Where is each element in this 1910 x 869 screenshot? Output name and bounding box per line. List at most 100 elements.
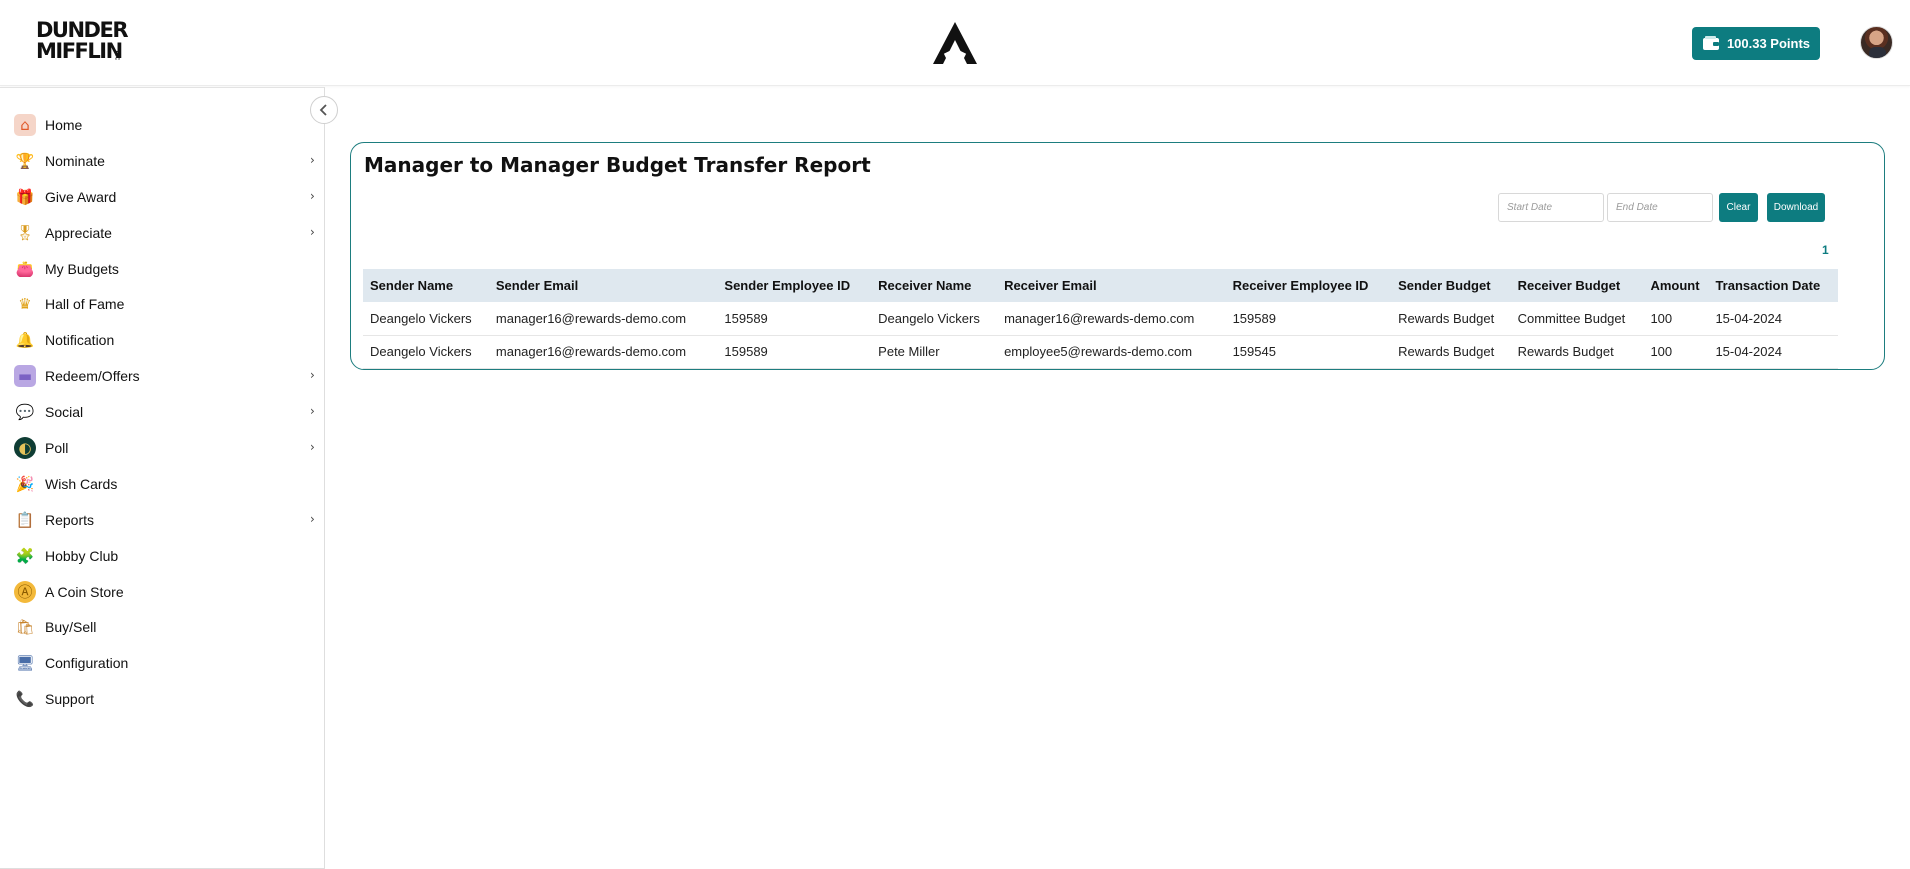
sidebar-item-home[interactable]: ⌂ Home: [0, 107, 325, 143]
column-header[interactable]: Sender Budget: [1391, 269, 1510, 302]
sidebar-item-label: Wish Cards: [45, 475, 118, 492]
user-avatar[interactable]: [1860, 26, 1893, 59]
page-title: Manager to Manager Budget Transfer Repor…: [364, 153, 871, 177]
clear-button[interactable]: Clear: [1719, 193, 1758, 222]
table-body: Deangelo Vickers manager16@rewards-demo.c…: [363, 302, 1838, 369]
logo-line-1: DUNDER: [36, 18, 129, 42]
medal-icon: 🎖: [15, 223, 35, 242]
sidebar-item-label: Configuration: [45, 655, 129, 672]
table-cell: manager16@rewards-demo.com: [488, 302, 718, 336]
table-header-row: Sender Name Sender Email Sender Employee I…: [363, 269, 1838, 302]
column-header[interactable]: Sender Employee ID: [717, 269, 871, 302]
column-header[interactable]: Sender Name: [363, 269, 489, 302]
puzzle-icon: 🧩: [15, 546, 35, 565]
report-table: Sender Name Sender Email Sender Employee I…: [363, 269, 1838, 369]
end-date-input[interactable]: [1607, 193, 1713, 222]
table-cell: Committee Budget: [1510, 302, 1644, 336]
sidebar-item-a-coin-store[interactable]: Ⓐ A Coin Store: [0, 574, 325, 610]
shopping-bags-icon: 🛍: [15, 618, 35, 637]
column-header[interactable]: Receiver Employee ID: [1226, 269, 1392, 302]
table-cell: Rewards Budget: [1391, 302, 1511, 336]
chevron-right-icon: ›: [310, 224, 315, 239]
table-cell: manager16@rewards-demo.com: [488, 335, 718, 369]
gift-icon: 🎁: [15, 187, 35, 206]
logo-suffix: INC: [113, 50, 120, 61]
sidebar-item-notification[interactable]: 🔔 Notification: [0, 322, 325, 358]
phone-icon: 📞: [15, 690, 35, 709]
sidebar-item-label: Buy/Sell: [45, 619, 97, 636]
chevron-right-icon: ›: [310, 511, 315, 526]
poll-icon: ◐: [14, 436, 36, 459]
collapse-sidebar-button[interactable]: [310, 96, 338, 124]
sidebar-item-label: Appreciate: [45, 224, 112, 241]
table-cell: Deangelo Vickers: [363, 302, 489, 336]
sidebar-item-hall-of-fame[interactable]: ♛ Hall of Fame: [0, 286, 325, 322]
chevron-right-icon: ›: [310, 368, 315, 383]
sidebar-item-label: Redeem/Offers: [45, 368, 140, 385]
chat-icon: 💬: [15, 403, 35, 422]
sidebar-item-label: Social: [45, 404, 84, 421]
sidebar-item-configuration[interactable]: 🖥 Configuration: [0, 645, 325, 681]
sidebar-item-nominate[interactable]: 🏆 Nominate ›: [0, 143, 325, 179]
sidebar-item-social[interactable]: 💬 Social ›: [0, 394, 325, 430]
column-header[interactable]: Receiver Budget: [1511, 269, 1644, 302]
sidebar-item-label: Hobby Club: [45, 547, 119, 564]
points-label: 100.33 Points: [1726, 36, 1811, 51]
sidebar-item-label: Poll: [45, 439, 69, 456]
sidebar-item-appreciate[interactable]: 🎖 Appreciate ›: [0, 215, 325, 251]
card-icon: ▬: [14, 365, 36, 388]
sidebar-item-hobby-club[interactable]: 🧩 Hobby Club: [0, 538, 325, 574]
table-cell: 159589: [717, 335, 872, 369]
table-cell: Deangelo Vickers: [871, 302, 998, 336]
sidebar-item-give-award[interactable]: 🎁 Give Award ›: [0, 179, 325, 215]
sidebar-item-label: My Budgets: [45, 260, 119, 277]
trophy-icon: 🏆: [15, 151, 35, 170]
company-logo[interactable]: DUNDER MIFFLIN INC: [36, 18, 129, 68]
table-cell: 15-04-2024: [1708, 302, 1838, 336]
sidebar-item-poll[interactable]: ◐ Poll ›: [0, 430, 325, 466]
sidebar-item-my-budgets[interactable]: 👛 My Budgets: [0, 251, 325, 287]
points-balance-button[interactable]: 100.33 Points: [1692, 27, 1820, 60]
crown-icon: ♛: [18, 295, 32, 314]
table-cell: 159589: [717, 302, 872, 336]
sidebar-item-label: Home: [45, 116, 83, 133]
column-header[interactable]: Amount: [1643, 269, 1708, 302]
pagination-page[interactable]: 1: [1822, 243, 1829, 257]
start-date-input[interactable]: [1498, 193, 1604, 222]
home-icon: ⌂: [14, 113, 36, 136]
sidebar-item-label: Hall of Fame: [45, 296, 125, 313]
column-header[interactable]: Sender Email: [489, 269, 718, 302]
table-cell: Rewards Budget: [1391, 335, 1511, 369]
sidebar-item-label: Reports: [45, 511, 95, 528]
table-row: Deangelo Vickers manager16@rewards-demo.c…: [363, 335, 1838, 369]
wallet-icon: 👛: [15, 259, 35, 278]
sidebar-item-label: Notification: [45, 332, 115, 349]
chevron-left-icon: [319, 104, 327, 116]
column-header[interactable]: Transaction Date: [1708, 269, 1838, 302]
report-card: Manager to Manager Budget Transfer Repor…: [350, 142, 1885, 370]
table-cell: Rewards Budget: [1510, 335, 1644, 369]
chevron-right-icon: ›: [310, 404, 315, 419]
sidebar-item-support[interactable]: 📞 Support: [0, 681, 325, 717]
table-cell: 159589: [1225, 302, 1392, 336]
sidebar-item-wish-cards[interactable]: 🎉 Wish Cards: [0, 466, 325, 502]
table-cell: Deangelo Vickers: [363, 335, 489, 369]
coin-icon: Ⓐ: [14, 580, 36, 603]
table-cell: 100: [1643, 335, 1709, 369]
sidebar-item-buy-sell[interactable]: 🛍 Buy/Sell: [0, 609, 325, 645]
sidebar-item-redeem-offers[interactable]: ▬ Redeem/Offers ›: [0, 358, 325, 394]
brand-a-logo-icon[interactable]: [931, 20, 979, 66]
sidebar-item-label: Give Award: [45, 188, 117, 205]
sidebar-item-reports[interactable]: 📋 Reports ›: [0, 502, 325, 538]
download-button[interactable]: Download: [1767, 193, 1825, 222]
column-header[interactable]: Receiver Name: [871, 269, 997, 302]
chevron-right-icon: ›: [310, 152, 315, 167]
table-cell: 100: [1643, 302, 1709, 336]
bell-icon: 🔔: [15, 331, 35, 350]
table-cell: 15-04-2024: [1708, 335, 1838, 369]
clipboard-icon: 📋: [15, 510, 35, 529]
column-header[interactable]: Receiver Email: [997, 269, 1226, 302]
table-cell: manager16@rewards-demo.com: [997, 302, 1226, 336]
table-row: Deangelo Vickers manager16@rewards-demo.c…: [363, 302, 1838, 336]
logo-line-2: MIFFLIN: [36, 39, 123, 63]
